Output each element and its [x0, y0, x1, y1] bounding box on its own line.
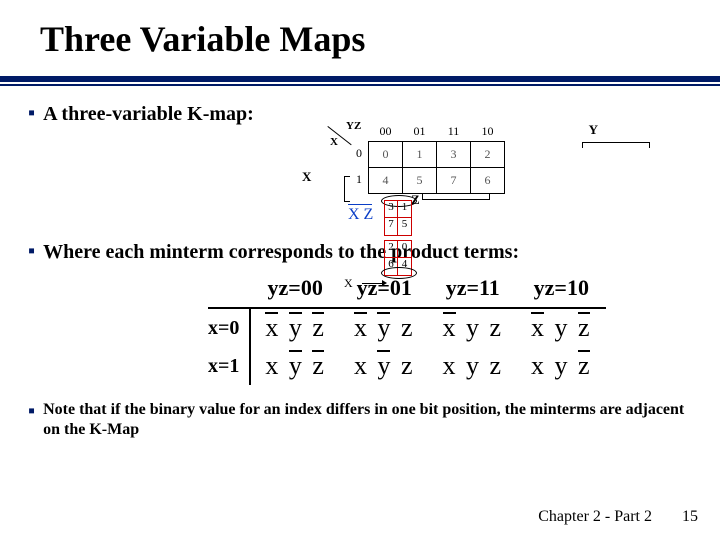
kmap-col-00: 00	[369, 124, 403, 142]
footer-page: 15	[682, 508, 698, 525]
kmap-cell: 3	[437, 142, 471, 168]
bullet-1-text: A three-variable K-map:	[43, 102, 254, 127]
slide-footer: Chapter 2 - Part 2 15	[538, 508, 698, 526]
mt-cell: x y z	[250, 308, 340, 347]
mt-row-h: x=0	[208, 308, 250, 347]
slide-title: Three Variable Maps	[0, 0, 720, 74]
mt-cell: x y z	[517, 347, 606, 385]
slide-body: ▪ A three-variable K-map: Y X YZ X 00 01…	[0, 86, 720, 385]
kmap-row-0: 0	[352, 142, 369, 168]
footer-chapter: Chapter 2 - Part 2	[538, 508, 652, 525]
kmap-y-label: Y	[589, 122, 598, 138]
mt-cell: x y z	[429, 347, 518, 385]
bullet-3-row: ▪ Note that if the binary value for an i…	[28, 400, 688, 440]
minterm-table: yz=00 yz=01 yz=11 yz=10 x=0 x y z x y z …	[208, 273, 606, 385]
mt-col-h: yz=10	[517, 273, 606, 308]
cyl-cell: 7	[384, 218, 398, 236]
cyl-cell: 1	[398, 200, 412, 218]
cyl-cell: 5	[398, 218, 412, 236]
kmap-cell: 1	[403, 142, 437, 168]
mt-col-h: yz=01	[340, 273, 429, 308]
kmap-cell: 5	[403, 168, 437, 194]
mt-cell: x y z	[340, 347, 429, 385]
mt-col-h: yz=00	[250, 273, 340, 308]
kmap-row-1: 1	[352, 168, 369, 194]
mt-cell: x y z	[429, 308, 518, 347]
kmap-yz-label: YZ	[346, 120, 361, 132]
kmap-y-bracket	[582, 142, 650, 148]
title-rule-thick	[0, 76, 720, 82]
minterm-table-wrap: yz=00 yz=01 yz=11 yz=10 x=0 x y z x y z …	[28, 273, 700, 385]
mt-cell: x y z	[517, 308, 606, 347]
kmap-cell: 4	[369, 168, 403, 194]
mt-col-h: yz=11	[429, 273, 518, 308]
bullet-2-text: Where each minterm corresponds to the pr…	[43, 240, 519, 265]
kmap-diagonal: YZ X	[328, 126, 354, 148]
kmap-figure: Y X YZ X 00 01 11 10 0 0	[308, 102, 648, 222]
mt-row-h: x=1	[208, 347, 250, 385]
kmap-col-01: 01	[403, 124, 437, 142]
bullet-icon: ▪	[28, 240, 35, 263]
kmap-col-10: 10	[471, 124, 505, 142]
kmap-cell: 7	[437, 168, 471, 194]
cyl-cell: 2	[384, 240, 398, 258]
bullet-icon: ▪	[28, 102, 35, 125]
bullet-3-text: Note that if the binary value for an ind…	[43, 400, 688, 440]
cylinder-xz-label: X Z	[348, 206, 373, 224]
kmap-cell: 2	[471, 142, 505, 168]
mt-cell: x y z	[340, 308, 429, 347]
mt-cell: x y z	[250, 347, 340, 385]
cyl-cell: 3	[384, 200, 398, 218]
kmap-cell: 6	[471, 168, 505, 194]
kmap-col-11: 11	[437, 124, 471, 142]
kmap-x-label: X	[302, 169, 311, 185]
bullet-icon: ▪	[28, 400, 35, 423]
kmap-z-bracket	[422, 194, 490, 200]
kmap-x-small: X	[330, 136, 338, 148]
cyl-cell: 0	[398, 240, 412, 258]
kmap-cell: 0	[369, 142, 403, 168]
kmap-grid: 00 01 11 10 0 0 1 3 2 1 4	[352, 124, 505, 194]
